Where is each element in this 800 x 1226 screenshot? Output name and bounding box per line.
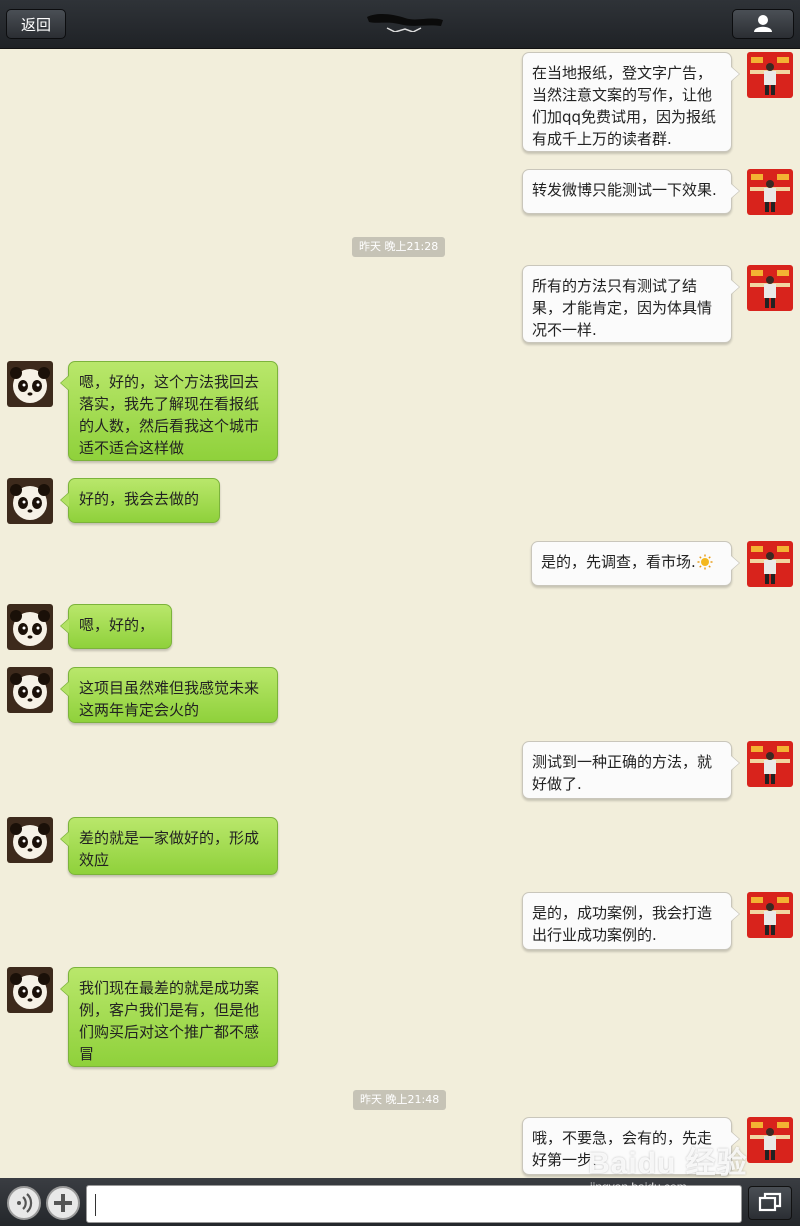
baidu-watermark: Baidu 经验 jingyan.baidu.com (588, 1138, 758, 1198)
voice-wave-icon (17, 1193, 33, 1213)
message-text: 嗯，好的，这个方法我回去落实，我先了解现在看报纸的人数，然后看我这个城市适不适合… (79, 373, 260, 457)
plus-icon (54, 1194, 72, 1212)
message-bubble[interactable]: 这项目虽然难但我感觉未来这两年肯定会火的 (60, 667, 278, 723)
message-text: 所有的方法只有测试了结果，才能肯定，因为体具情况不一样. (532, 277, 713, 339)
text-caret (95, 1194, 96, 1216)
message-bubble[interactable]: 嗯，好的， (60, 604, 172, 649)
self-avatar[interactable] (747, 169, 793, 215)
profile-button[interactable] (732, 9, 794, 39)
contact-avatar[interactable] (7, 478, 53, 524)
message-bubble[interactable]: 在当地报纸，登文字广告，当然注意文案的写作，让他们加qq免费试用，因为报纸有成千… (522, 52, 740, 152)
message-text: 在当地报纸，登文字广告，当然注意文案的写作，让他们加qq免费试用，因为报纸有成千… (532, 64, 717, 148)
message-text: 转发微博只能测试一下效果. (532, 181, 717, 199)
redacted-title (367, 14, 443, 32)
message-bubble[interactable]: 差的就是一家做好的，形成效应 (60, 817, 278, 875)
message-bubble[interactable]: 是的，先调查，看市场. (531, 541, 740, 586)
contact-avatar[interactable] (7, 604, 53, 650)
self-avatar[interactable] (747, 741, 793, 787)
add-button[interactable] (46, 1186, 80, 1220)
message-text: 是的，成功案例，我会打造出行业成功案例的. (532, 904, 713, 944)
message-bubble[interactable]: 转发微博只能测试一下效果. (522, 169, 740, 214)
contact-avatar[interactable] (7, 361, 53, 407)
message-bubble[interactable]: 嗯，好的，这个方法我回去落实，我先了解现在看报纸的人数，然后看我这个城市适不适合… (60, 361, 278, 461)
watermark-logo-text: Baidu 经验 (588, 1147, 748, 1180)
self-avatar[interactable] (747, 52, 793, 98)
message-bubble[interactable]: 我们现在最差的就是成功案例，客户我们是有，但是他们购买后对这个推广都不感冒 (60, 967, 278, 1067)
self-avatar[interactable] (747, 892, 793, 938)
message-text: 我们现在最差的就是成功案例，客户我们是有，但是他们购买后对这个推广都不感冒 (79, 979, 260, 1063)
message-text: 嗯，好的， (79, 616, 155, 634)
chat-area[interactable]: 在当地报纸，登文字广告，当然注意文案的写作，让他们加qq免费试用，因为报纸有成千… (0, 49, 800, 1178)
timestamp: 昨天 晚上21:48 (353, 1090, 447, 1110)
back-button-label: 返回 (20, 16, 51, 34)
message-text: 是的，先调查，看市场. (541, 553, 696, 571)
voice-button[interactable] (7, 1186, 41, 1220)
back-button[interactable]: 返回 (6, 9, 66, 39)
message-bubble[interactable]: 好的，我会去做的 (60, 478, 220, 523)
sun-emoji-icon (697, 554, 713, 570)
message-bubble[interactable]: 是的，成功案例，我会打造出行业成功案例的. (522, 892, 740, 950)
person-icon (754, 15, 772, 32)
message-bubble[interactable]: 所有的方法只有测试了结果，才能肯定，因为体具情况不一样. (522, 265, 740, 343)
self-avatar[interactable] (747, 265, 793, 311)
message-text: 这项目虽然难但我感觉未来这两年肯定会火的 (79, 679, 260, 719)
message-text: 测试到一种正确的方法，就好做了. (532, 753, 713, 793)
top-bar: 返回 (0, 0, 800, 49)
timestamp: 昨天 晚上21:28 (352, 237, 446, 257)
watermark-url: jingyan.baidu.com (590, 1180, 687, 1194)
contact-avatar[interactable] (7, 817, 53, 863)
contact-avatar[interactable] (7, 667, 53, 713)
message-bubble[interactable]: 测试到一种正确的方法，就好做了. (522, 741, 740, 799)
message-text: 差的就是一家做好的，形成效应 (79, 829, 260, 869)
contact-avatar[interactable] (7, 967, 53, 1013)
message-text: 好的，我会去做的 (79, 490, 200, 508)
self-avatar[interactable] (747, 541, 793, 587)
